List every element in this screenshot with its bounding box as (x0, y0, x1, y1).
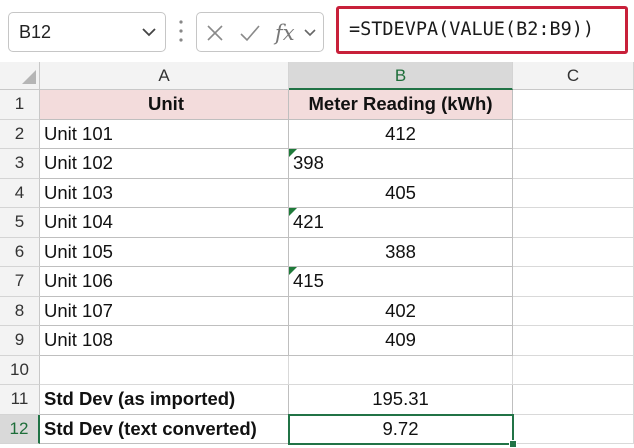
row-header[interactable]: 9 (0, 326, 40, 356)
cell-b2[interactable]: 412 (289, 119, 513, 149)
cell-b6-value: 388 (385, 240, 416, 262)
cell-a10[interactable] (40, 355, 289, 385)
cell-a9[interactable]: Unit 108 (40, 326, 289, 356)
error-indicator-icon[interactable] (289, 267, 297, 275)
name-box[interactable]: B12 (8, 12, 166, 52)
cell-a12[interactable]: Std Dev (text converted) (40, 414, 289, 444)
cell-a4[interactable]: Unit 103 (40, 178, 289, 208)
cell-b7-value: 415 (293, 270, 324, 292)
cell-a11[interactable]: Std Dev (as imported) (40, 385, 289, 415)
cell-b3-value: 398 (293, 152, 324, 174)
row-header[interactable]: 10 (0, 355, 40, 385)
column-header-c[interactable]: C (513, 62, 634, 90)
formula-input[interactable]: =STDEVPA(VALUE(B2:B9)) (336, 6, 628, 54)
column-header-a[interactable]: A (40, 62, 289, 90)
cell-b5[interactable]: 421 (289, 208, 513, 238)
cell-b4[interactable]: 405 (289, 178, 513, 208)
cell-c2[interactable] (513, 119, 634, 149)
row-header[interactable]: 6 (0, 237, 40, 267)
cell-c5[interactable] (513, 208, 634, 238)
insert-function-icon[interactable]: fx (275, 19, 299, 47)
cell-b12[interactable]: 9.72 (289, 414, 513, 444)
cell-a6[interactable]: Unit 105 (40, 237, 289, 267)
cell-c10[interactable] (513, 355, 634, 385)
cell-b6[interactable]: 388 (289, 237, 513, 267)
cell-a5[interactable]: Unit 104 (40, 208, 289, 238)
cell-a7[interactable]: Unit 106 (40, 267, 289, 297)
cell-c11[interactable] (513, 385, 634, 415)
formula-bar: B12 fx =STDEVPA(VALUE(B2:B9)) (0, 0, 634, 62)
name-box-value: B12 (19, 22, 52, 42)
cell-b1[interactable]: Meter Reading (kWh) (289, 90, 513, 120)
cell-b4-value: 405 (385, 181, 416, 203)
formula-buttons: fx (196, 12, 324, 52)
cell-c1[interactable] (513, 90, 634, 120)
select-all-button[interactable] (0, 62, 40, 90)
fill-handle[interactable] (509, 440, 517, 448)
cell-b1-value: Meter Reading (kWh) (308, 93, 493, 115)
row-header[interactable]: 4 (0, 178, 40, 208)
cell-b11-value: 195.31 (372, 388, 429, 410)
error-indicator-icon[interactable] (289, 208, 297, 216)
chevron-down-icon[interactable] (141, 26, 157, 38)
cell-b8-value: 402 (385, 299, 416, 321)
cell-b3[interactable]: 398 (289, 149, 513, 179)
cancel-icon[interactable] (205, 23, 225, 43)
row-header[interactable]: 7 (0, 267, 40, 297)
error-indicator-icon[interactable] (289, 149, 297, 157)
chevron-down-icon[interactable] (303, 27, 317, 38)
cell-c3[interactable] (513, 149, 634, 179)
cell-c7[interactable] (513, 267, 634, 297)
row-header[interactable]: 3 (0, 149, 40, 179)
cell-a2[interactable]: Unit 101 (40, 119, 289, 149)
cell-a8[interactable]: Unit 107 (40, 296, 289, 326)
cell-b12-value: 9.72 (382, 417, 419, 439)
column-header-b[interactable]: B (289, 62, 513, 90)
cell-a3[interactable]: Unit 102 (40, 149, 289, 179)
spreadsheet-grid: A B C 1 Unit Meter Reading (kWh) 2 Unit 101 4… (0, 62, 634, 448)
cell-b9-value: 409 (385, 329, 416, 351)
row-header[interactable]: 12 (0, 414, 40, 444)
cell-b10[interactable] (289, 355, 513, 385)
cell-c6[interactable] (513, 237, 634, 267)
cell-c12[interactable] (513, 414, 634, 444)
row-header[interactable]: 1 (0, 90, 40, 120)
check-icon[interactable] (239, 23, 261, 43)
cell-b2-value: 412 (385, 122, 416, 144)
row-header[interactable]: 11 (0, 385, 40, 415)
cell-b7[interactable]: 415 (289, 267, 513, 297)
cell-b11[interactable]: 195.31 (289, 385, 513, 415)
cell-b5-value: 421 (293, 211, 324, 233)
cell-a1[interactable]: Unit (40, 90, 289, 120)
cell-c8[interactable] (513, 296, 634, 326)
cell-c4[interactable] (513, 178, 634, 208)
cell-b8[interactable]: 402 (289, 296, 513, 326)
cell-c9[interactable] (513, 326, 634, 356)
row-header[interactable]: 2 (0, 119, 40, 149)
row-header[interactable]: 5 (0, 208, 40, 238)
row-header[interactable]: 8 (0, 296, 40, 326)
select-all-triangle-icon (22, 70, 36, 84)
formula-text: =STDEVPA(VALUE(B2:B9)) (349, 19, 595, 40)
splitter-dots-icon[interactable] (178, 16, 184, 46)
cell-b9[interactable]: 409 (289, 326, 513, 356)
